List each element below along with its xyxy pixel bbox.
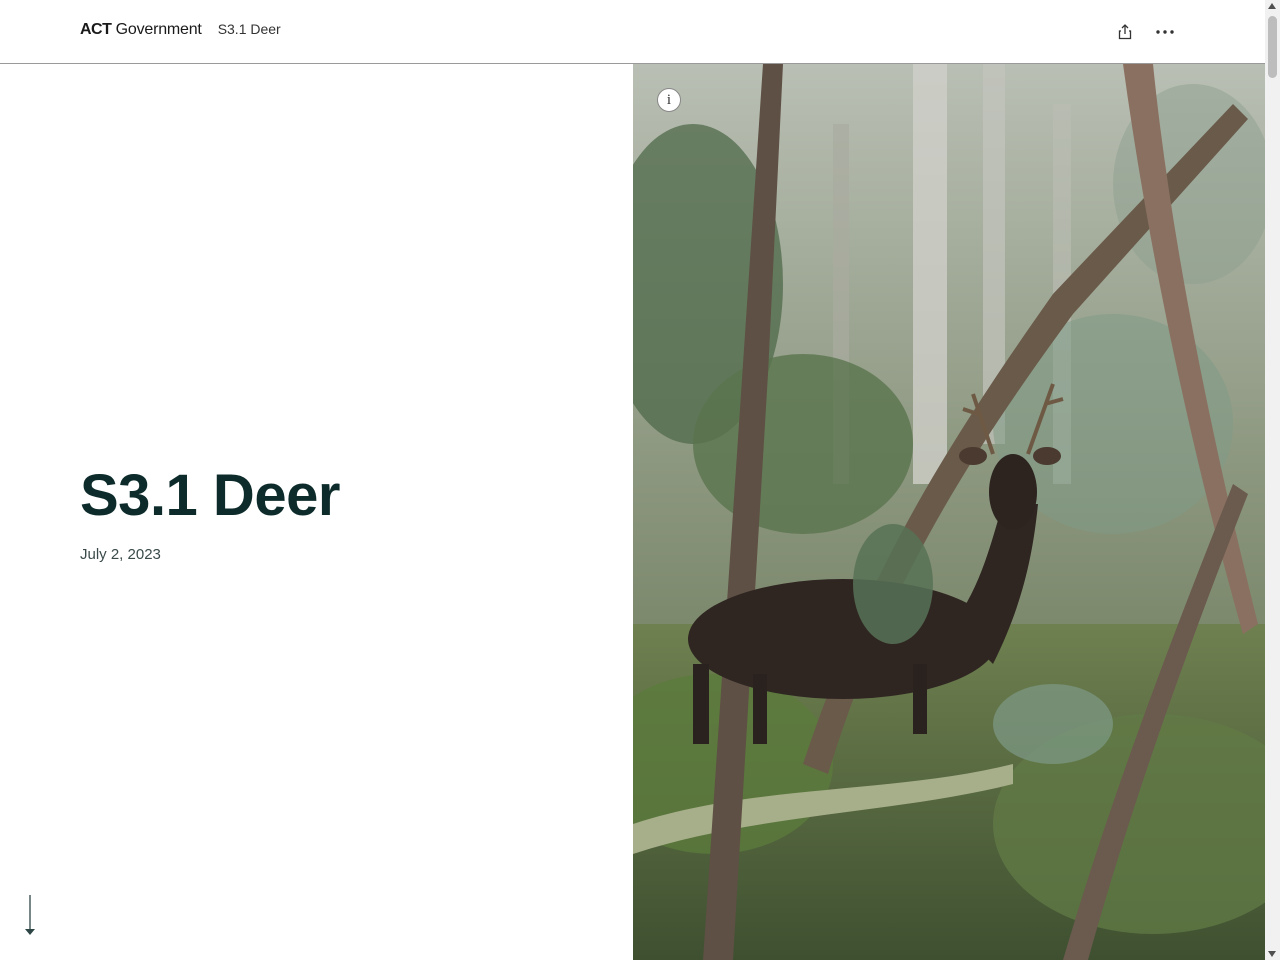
- scroll-down-button[interactable]: [22, 895, 38, 937]
- more-options-button[interactable]: [1153, 20, 1177, 44]
- publish-date: July 2, 2023: [80, 546, 161, 563]
- share-button[interactable]: [1113, 20, 1137, 44]
- page-title: S3.1 Deer: [80, 463, 340, 528]
- vertical-scrollbar[interactable]: [1265, 0, 1280, 960]
- info-icon: i: [666, 91, 672, 108]
- scroll-up-arrow-icon[interactable]: [1268, 3, 1276, 9]
- arrow-down-icon: [25, 895, 35, 935]
- site-header: ACT Government S3.1 Deer: [0, 0, 1265, 64]
- scroll-down-arrow-icon[interactable]: [1268, 951, 1276, 957]
- share-icon: [1118, 24, 1132, 40]
- act-government-logo[interactable]: ACT Government: [80, 21, 202, 39]
- more-icon: [1156, 30, 1174, 34]
- scroll-thumb[interactable]: [1268, 16, 1277, 78]
- hero-text-panel: S3.1 Deer July 2, 2023: [0, 64, 633, 960]
- hero-image: i: [633, 64, 1265, 960]
- brand: ACT Government S3.1 Deer: [80, 21, 281, 39]
- header-story-title: S3.1 Deer: [217, 21, 281, 37]
- deer-in-forest-photo: [633, 64, 1265, 960]
- image-info-button[interactable]: i: [657, 88, 681, 112]
